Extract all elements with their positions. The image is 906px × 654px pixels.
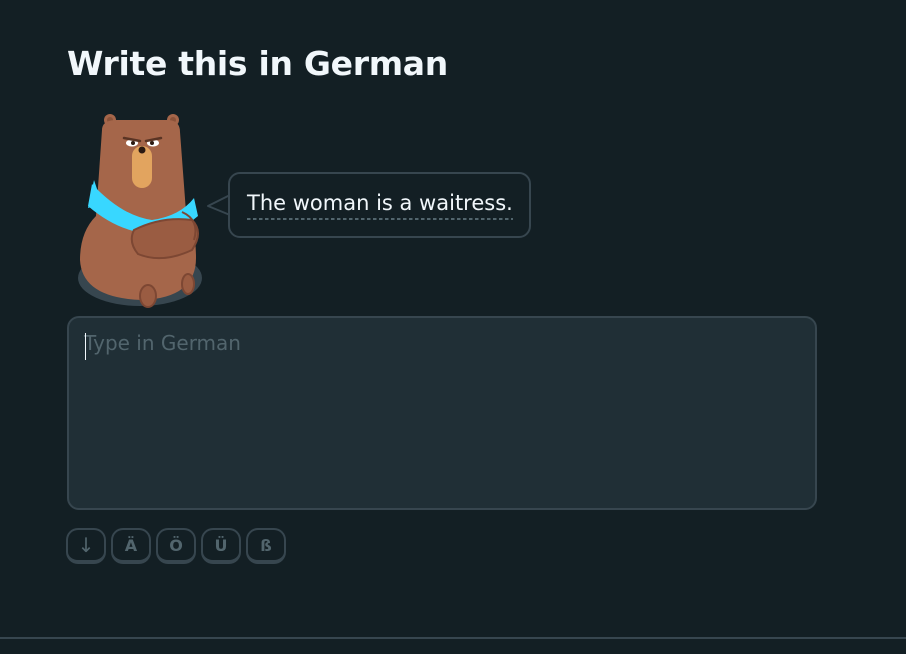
collapse-keys-button[interactable]: ↓: [66, 528, 106, 564]
key-eszett-button[interactable]: ß: [246, 528, 286, 564]
speech-bubble: The woman is a waitress.: [228, 172, 531, 238]
footer-divider: [0, 637, 906, 639]
key-a-umlaut-button[interactable]: Ä: [111, 528, 151, 564]
prompt-sentence[interactable]: The woman is a waitress.: [247, 190, 513, 220]
exercise-page: Write this in German The woman is a wait…: [0, 0, 906, 654]
page-title: Write this in German: [67, 44, 448, 83]
answer-input[interactable]: [69, 318, 815, 508]
text-cursor: [85, 333, 86, 360]
key-o-umlaut-button[interactable]: Ö: [156, 528, 196, 564]
special-characters-bar: ↓ Ä Ö Ü ß: [66, 528, 286, 564]
answer-field: [67, 316, 817, 510]
key-u-umlaut-button[interactable]: Ü: [201, 528, 241, 564]
bear-character-icon: [78, 114, 202, 308]
